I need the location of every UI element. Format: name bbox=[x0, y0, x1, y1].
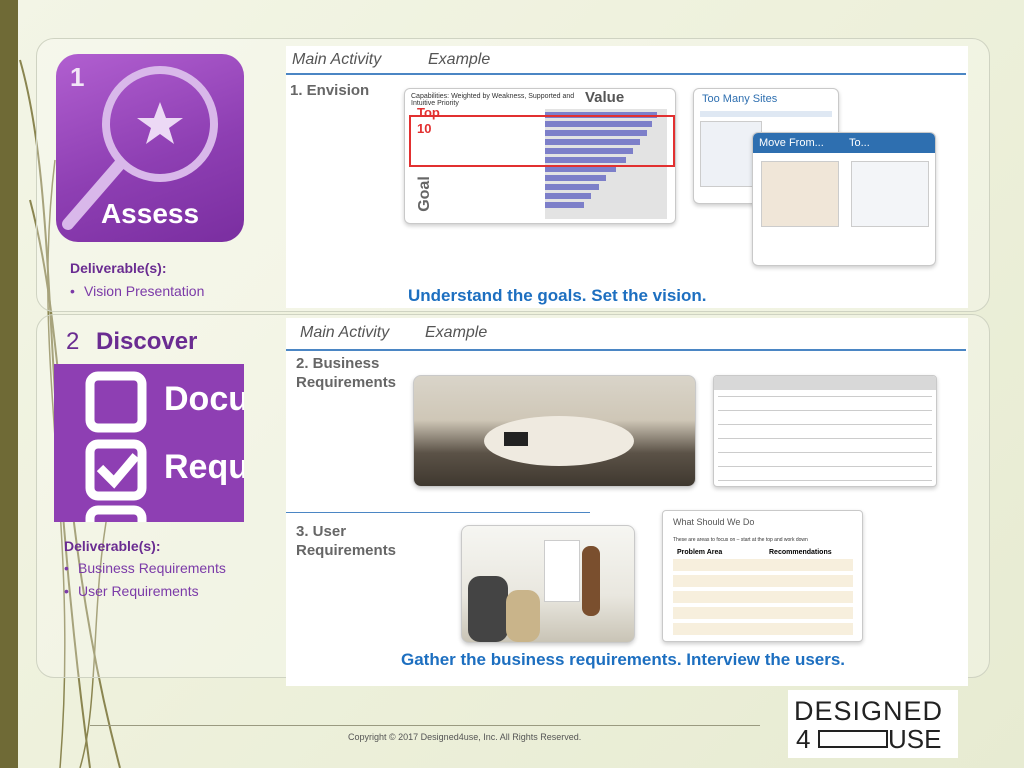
slide-title-to: To... bbox=[849, 137, 870, 149]
column-header-main-activity: Main Activity bbox=[300, 324, 390, 341]
step-business-requirements: 2. Business Requirements bbox=[296, 355, 397, 391]
step-envision: 1. Envision bbox=[290, 82, 370, 99]
chart-value-label: Value bbox=[585, 89, 625, 106]
discover-badge[interactable]: Docu Requ bbox=[54, 364, 244, 522]
discover-tagline: Gather the business requirements. Interv… bbox=[401, 650, 846, 669]
left-accent-bar bbox=[0, 0, 18, 768]
interview-photo[interactable] bbox=[461, 525, 635, 643]
chart-goal-axis-label: Goal bbox=[416, 176, 433, 212]
value-chart-thumbnail[interactable]: Capabilities: Weighted by Weakness, Supp… bbox=[404, 88, 676, 224]
column-header-main-activity: Main Activity bbox=[292, 51, 382, 68]
deliverables-heading: Deliverable(s): bbox=[70, 260, 167, 276]
footer-rule bbox=[90, 725, 760, 726]
step-user-requirements: 3. User Requirements bbox=[296, 523, 397, 559]
column-header-example: Example bbox=[425, 324, 488, 341]
what-should-we-do-document[interactable]: What Should We Do These are areas to foc… bbox=[662, 510, 863, 642]
assess-badge[interactable]: 1 Assess bbox=[56, 54, 244, 242]
deliverables-heading: Deliverable(s): bbox=[64, 538, 161, 554]
badge-text-docu: Docu bbox=[164, 380, 244, 418]
deliverable-item: • Business Requirements bbox=[64, 560, 226, 576]
copyright-text: Copyright © 2017 Designed4use, Inc. All … bbox=[348, 732, 582, 742]
header-divider bbox=[286, 73, 966, 75]
badge-text-requ: Requ bbox=[164, 448, 244, 486]
move-from-to-slide[interactable]: Move From... To... bbox=[752, 132, 936, 266]
deliverable-item: • User Requirements bbox=[64, 583, 199, 599]
chart-top-label: Top bbox=[417, 105, 440, 120]
top10-highlight-box bbox=[409, 115, 675, 167]
requirements-table-thumbnail[interactable] bbox=[713, 375, 937, 487]
doc-intro: These are areas to focus on – start at t… bbox=[673, 537, 808, 543]
logo-number: 4 bbox=[796, 724, 811, 754]
doc-col-recommendations: Recommendations bbox=[769, 549, 832, 556]
deliverable-item: • Vision Presentation bbox=[70, 283, 205, 299]
assess-badge-label: Assess bbox=[100, 198, 200, 229]
slide-title-too-many-sites: Too Many Sites bbox=[702, 93, 778, 105]
header-divider bbox=[286, 349, 966, 351]
doc-title: What Should We Do bbox=[673, 517, 755, 527]
slide-title-move-from: Move From... bbox=[759, 137, 824, 149]
meeting-photo[interactable] bbox=[413, 375, 696, 487]
doc-col-problem-area: Problem Area bbox=[677, 549, 723, 556]
discover-title: Discover bbox=[96, 328, 198, 355]
chart-top-number: 10 bbox=[417, 121, 432, 136]
row-divider bbox=[286, 512, 590, 513]
logo-designed-text: DESIGNED bbox=[794, 696, 944, 726]
column-header-example: Example bbox=[428, 51, 491, 68]
designed4use-logo: DESIGNED 4 USE bbox=[788, 690, 958, 758]
logo-use-text: USE bbox=[888, 724, 942, 754]
assess-tagline: Understand the goals. Set the vision. bbox=[408, 286, 707, 305]
discover-number: 2 bbox=[66, 328, 80, 355]
